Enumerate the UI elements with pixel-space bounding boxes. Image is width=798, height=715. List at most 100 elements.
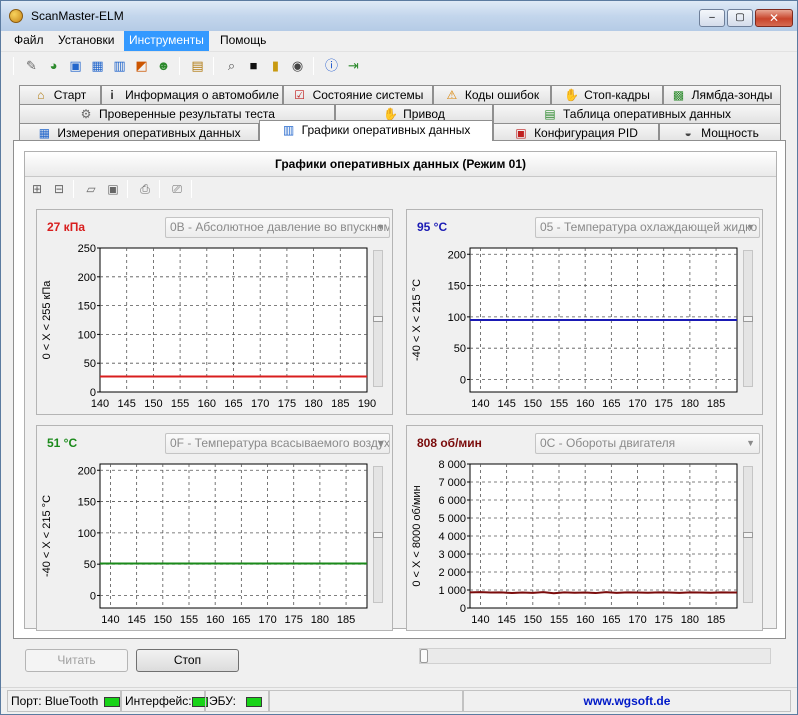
website-link[interactable]: www.wgsoft.de	[463, 690, 791, 712]
graph-slider[interactable]	[743, 250, 753, 387]
pid-select[interactable]: 0C - Обороты двигателя ▼	[535, 433, 760, 454]
tab-lambda-sensors[interactable]: ▩ Лямбда-зонды	[663, 85, 781, 104]
stop-button[interactable]: Стоп	[136, 649, 239, 672]
menu-help[interactable]: Помощь	[215, 31, 271, 51]
tab-freeze-frames[interactable]: ✋ Стоп-кадры	[551, 85, 663, 104]
y-tick-label: 200	[448, 249, 466, 261]
tab-label: Таблица оперативных данных	[562, 107, 732, 121]
close-button[interactable]: ✕	[755, 9, 793, 27]
menu-tools[interactable]: Инструменты	[124, 31, 209, 51]
connect-icon[interactable]: ▣	[67, 57, 84, 74]
y-tick-label: 150	[78, 497, 96, 509]
toolbar-separator	[213, 57, 214, 75]
pid-select[interactable]: 0F - Температура всасываемого воздух ▼	[165, 433, 390, 454]
exit-icon[interactable]: ⇥	[345, 57, 362, 74]
status-interface: Интерфейс:	[121, 690, 208, 712]
x-tick-label: 145	[127, 614, 145, 626]
slider-thumb[interactable]	[373, 532, 383, 538]
chevron-down-icon: ▼	[376, 438, 385, 448]
x-tick-label: 140	[91, 398, 109, 410]
toolbar-separator	[127, 180, 128, 198]
tab-error-codes[interactable]: ⚠ Коды ошибок	[433, 85, 551, 104]
tab-label: Конфигурация PID	[534, 126, 638, 140]
app-icon	[9, 9, 23, 23]
y-tick-label: 100	[78, 528, 96, 540]
led-indicator	[245, 696, 262, 707]
tab-system-status[interactable]: ☑ Состояние системы	[283, 85, 433, 104]
y-tick-label: 50	[84, 559, 96, 571]
print-preview-icon[interactable]: ⎚	[169, 181, 185, 197]
flag-icon[interactable]: ◩	[133, 57, 150, 74]
x-tick-label: 140	[471, 398, 489, 410]
maximize-button[interactable]: ▢	[727, 9, 753, 27]
slider-thumb[interactable]	[743, 532, 753, 538]
tab-vehicle-info[interactable]: i Информация о автомобиле	[101, 85, 283, 104]
y-tick-label: 0	[90, 590, 96, 602]
info-icon[interactable]: ⓘ	[323, 57, 340, 74]
person-icon[interactable]: ☻	[155, 57, 172, 74]
y-axis-label: -40 < X < 215 °C	[41, 495, 53, 577]
x-tick-label: 175	[285, 614, 303, 626]
graph-value-label: 51 °C	[47, 436, 78, 450]
tab-live-data-graphs[interactable]: ▥ Графики оперативных данных	[259, 120, 493, 141]
toolbar-separator	[73, 180, 74, 198]
y-tick-label: 0	[460, 603, 466, 615]
toolbar-separator	[191, 180, 192, 198]
slider-thumb[interactable]	[373, 316, 383, 322]
x-tick-label: 180	[681, 614, 699, 626]
x-tick-label: 185	[331, 398, 349, 410]
minimize-button[interactable]: –	[699, 9, 725, 27]
graph-slider[interactable]	[743, 466, 753, 603]
tab-label: Старт	[53, 88, 87, 102]
status-port-label: Порт: BlueTooth	[11, 694, 99, 708]
menu-settings[interactable]: Установки	[53, 31, 119, 51]
y-tick-label: 200	[78, 465, 96, 477]
open-icon[interactable]: ▱	[83, 181, 99, 197]
tab-live-data-table[interactable]: ▤ Таблица оперативных данных	[493, 104, 781, 123]
tab-start[interactable]: ⌂ Старт	[19, 85, 101, 104]
y-tick-label: 8 000	[438, 459, 466, 471]
menu-file[interactable]: Файл	[9, 31, 49, 51]
hand-icon: ✋	[564, 88, 580, 102]
toolbar-separator	[159, 180, 160, 198]
x-tick-label: 150	[144, 398, 162, 410]
x-tick-label: 160	[198, 398, 216, 410]
tab-label: Измерения оперативных данных	[57, 126, 241, 140]
status-ecu: ЭБУ:	[205, 690, 269, 712]
graph-panel-2: 95 °C 05 - Температура охлаждающей жидко…	[406, 209, 763, 415]
graph-slider[interactable]	[373, 466, 383, 603]
chart-icon: ▥	[282, 123, 295, 137]
add-graph-icon[interactable]: ⊞	[29, 181, 45, 197]
y-axis-label: 0 < X < 8000 об/мин	[411, 485, 423, 586]
save-icon[interactable]: ▣	[105, 181, 121, 197]
remove-graph-icon[interactable]: ⊟	[51, 181, 67, 197]
read-button[interactable]: Читать	[25, 649, 128, 672]
table-icon: ▤	[544, 107, 556, 121]
clipboard-icon[interactable]: ▤	[189, 57, 206, 74]
y-tick-label: 150	[78, 301, 96, 313]
grid-icon[interactable]: ▦	[89, 57, 106, 74]
pid-select[interactable]: 05 - Температура охлаждающей жидко ▼	[535, 217, 760, 238]
x-tick-label: 170	[628, 398, 646, 410]
dial-icon[interactable]: ◉	[289, 57, 306, 74]
scrollbar-thumb[interactable]	[420, 649, 428, 663]
y-tick-label: 250	[78, 243, 96, 255]
x-tick-label: 190	[358, 398, 376, 410]
pid-select[interactable]: 0B - Абсолютное давление во впускном ▼	[165, 217, 390, 238]
graph-slider[interactable]	[373, 250, 383, 387]
graphs-header: Графики оперативных данных (Режим 01)	[25, 152, 776, 177]
globe-icon[interactable]: ◕	[45, 57, 62, 74]
toolbar-separator	[313, 57, 314, 75]
x-tick-label: 150	[524, 398, 542, 410]
search-icon[interactable]: ⌕	[223, 57, 240, 74]
x-tick-label: 145	[497, 398, 515, 410]
led-indicator	[104, 696, 121, 707]
chart-icon[interactable]: ▥	[111, 57, 128, 74]
slider-thumb[interactable]	[743, 316, 753, 322]
x-tick-label: 185	[337, 614, 355, 626]
terminal-icon[interactable]: ■	[245, 57, 262, 74]
print-icon[interactable]: ⎙	[137, 181, 153, 197]
wrench-icon[interactable]: ✎	[23, 57, 40, 74]
time-scrollbar[interactable]	[419, 648, 771, 664]
battery-icon[interactable]: ▮	[267, 57, 284, 74]
